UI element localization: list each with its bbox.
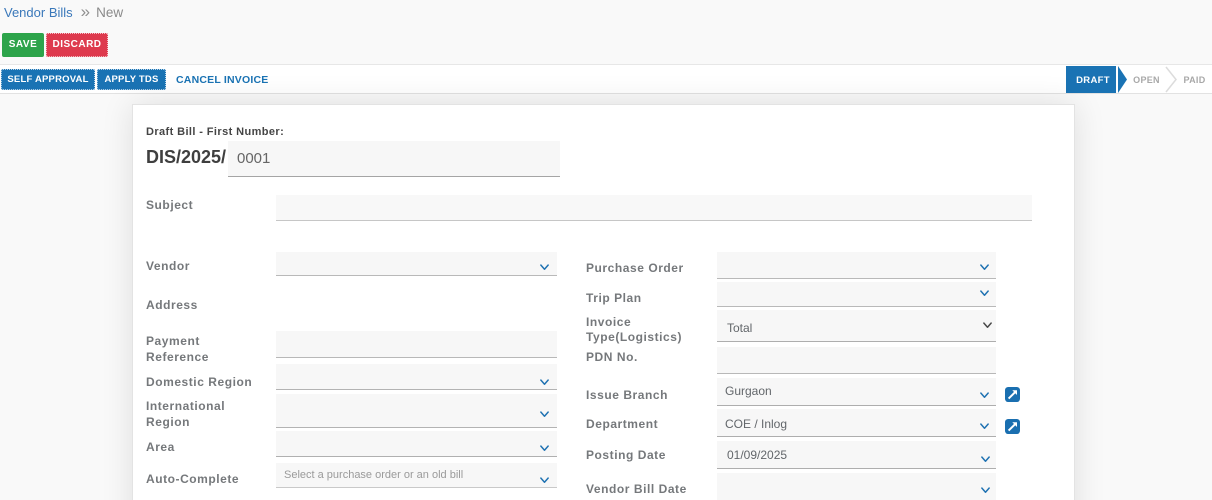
- svg-text:DRAFT: DRAFT: [1076, 75, 1110, 86]
- svg-text:PAID: PAID: [1183, 75, 1205, 85]
- svg-text:OPEN: OPEN: [1133, 75, 1160, 85]
